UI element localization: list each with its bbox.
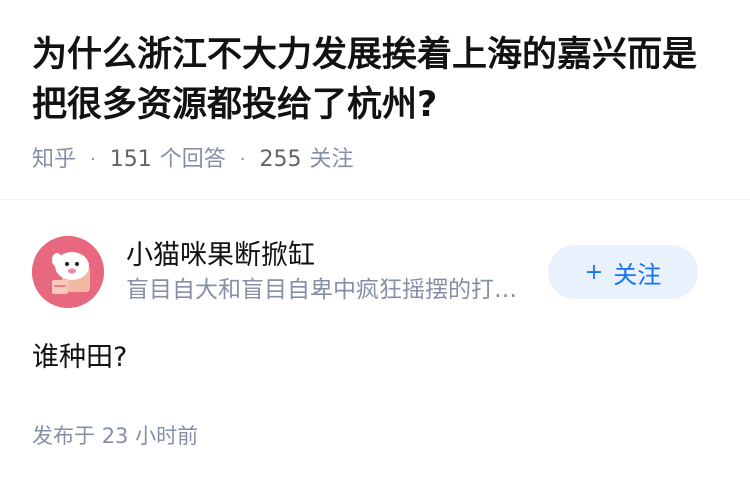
avatar[interactable] [32,236,104,308]
answers-label: 个回答 [159,147,226,172]
follow-button[interactable]: + 关注 [548,245,698,299]
cartoon-avatar-icon [32,236,104,308]
zhihu-answer-page: 为什么浙江不大力发展挨着上海的嘉兴而是把很多资源都投给了杭州? 知乎 · 151… [0,0,750,490]
question-title[interactable]: 为什么浙江不大力发展挨着上海的嘉兴而是把很多资源都投给了杭州? [32,30,718,130]
answer-content[interactable]: 谁种田? [32,338,718,378]
publish-info: 发布于 23 小时前 [32,422,718,450]
answers-count: 151 [109,147,152,172]
author-name[interactable]: 小猫咪果断掀缸 [126,238,538,274]
author-row: 小猫咪果断掀缸 盲目自大和盲目自卑中疯狂摇摆的打工人 + 关注 [32,234,718,310]
author-info: 小猫咪果断掀缸 盲目自大和盲目自卑中疯狂摇摆的打工人 [126,238,538,306]
followers-label: 关注 [309,147,354,172]
question-header: 为什么浙江不大力发展挨着上海的嘉兴而是把很多资源都投给了杭州? 知乎 · 151… [0,0,750,200]
plus-icon: + [584,259,604,285]
followers-count: 255 [259,147,302,172]
follow-button-label: 关注 [613,260,662,289]
source-label: 知乎 [32,147,77,172]
answer-card: 小猫咪果断掀缸 盲目自大和盲目自卑中疯狂摇摆的打工人 + 关注 谁种田? 发布于… [0,234,750,450]
publish-time: 23 小时前 [101,424,199,448]
meta-separator: · [90,149,96,170]
question-meta: 知乎 · 151 个回答 · 255 关注 [32,146,718,174]
meta-separator: · [239,149,246,170]
author-headline: 盲目自大和盲目自卑中疯狂摇摆的打工人 [126,277,536,303]
publish-prefix: 发布于 [32,424,95,448]
